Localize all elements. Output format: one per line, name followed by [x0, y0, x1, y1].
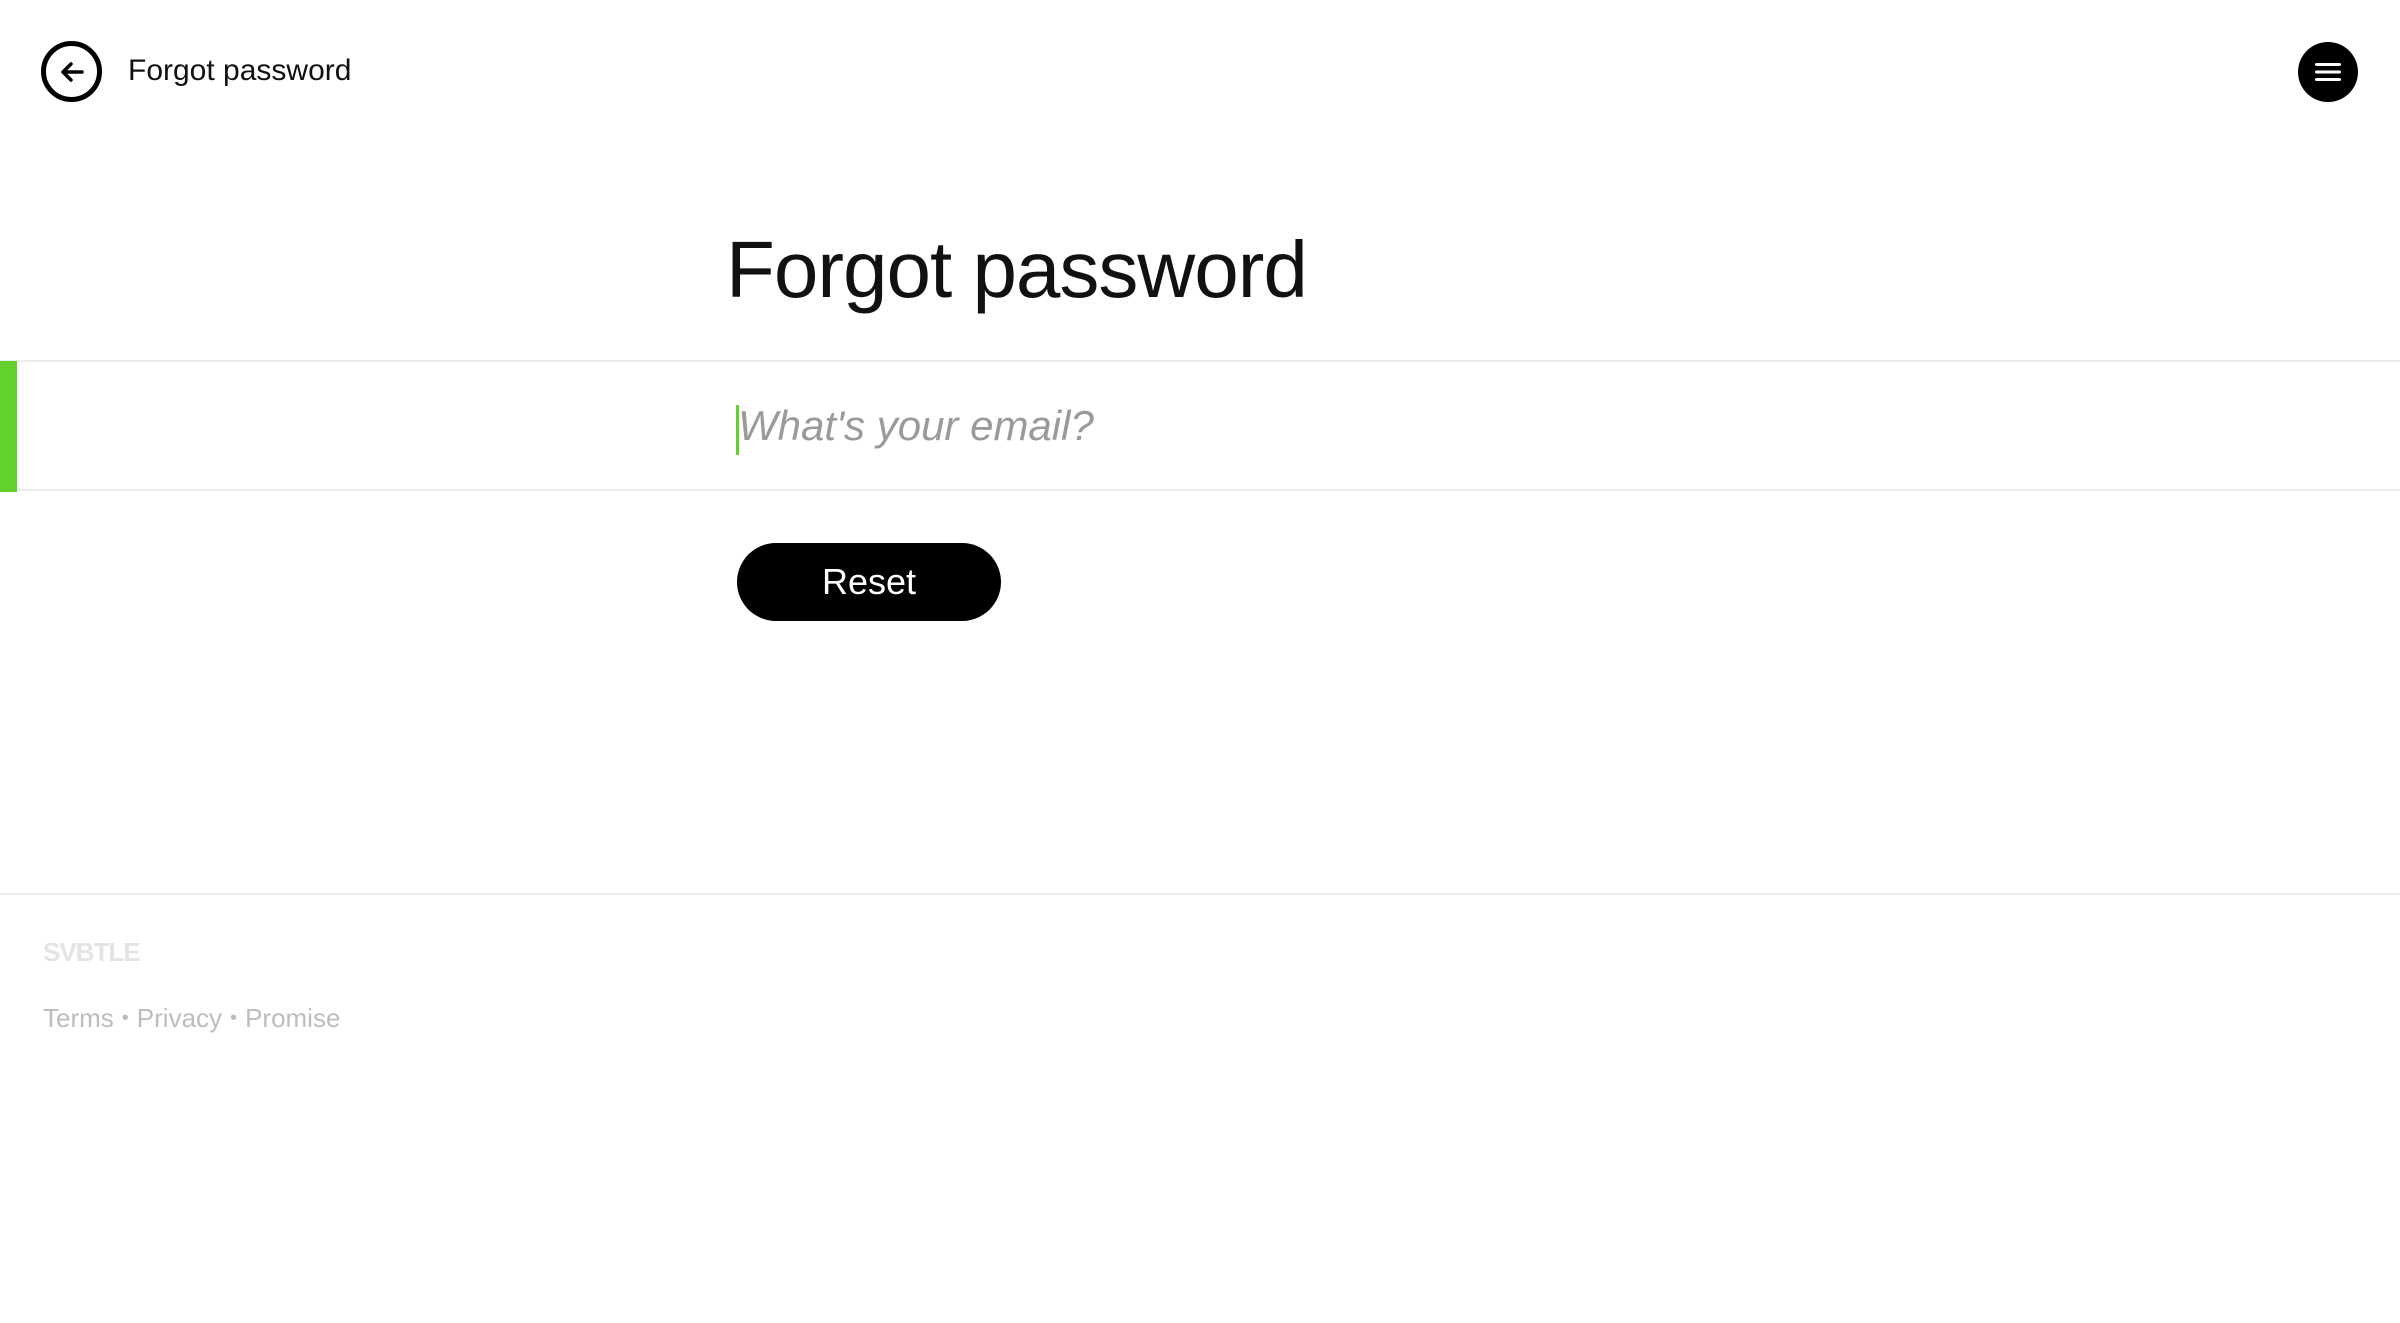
arrow-left-icon — [60, 61, 84, 82]
reset-button[interactable]: Reset — [737, 543, 1001, 621]
header: Forgot password — [0, 0, 2400, 142]
footer-link-privacy[interactable]: Privacy — [137, 1003, 222, 1034]
footer-separator: • — [230, 1007, 238, 1029]
focus-indicator-bar — [0, 361, 17, 492]
page-title: Forgot password — [726, 225, 1308, 314]
text-caret — [736, 405, 739, 455]
footer-link-terms[interactable]: Terms — [43, 1003, 114, 1034]
footer-link-promise[interactable]: Promise — [245, 1003, 340, 1034]
footer-separator: • — [121, 1007, 129, 1029]
email-field-row — [0, 360, 2400, 492]
hamburger-menu-icon — [2315, 63, 2341, 81]
email-input[interactable] — [736, 362, 2136, 489]
back-button[interactable] — [41, 41, 102, 102]
header-title: Forgot password — [128, 54, 352, 87]
footer-links: Terms • Privacy • Promise — [43, 1003, 340, 1034]
footer: SVBTLE Terms • Privacy • Promise — [0, 893, 2400, 1193]
footer-logo[interactable]: SVBTLE — [43, 937, 141, 968]
menu-button[interactable] — [2298, 42, 2358, 102]
